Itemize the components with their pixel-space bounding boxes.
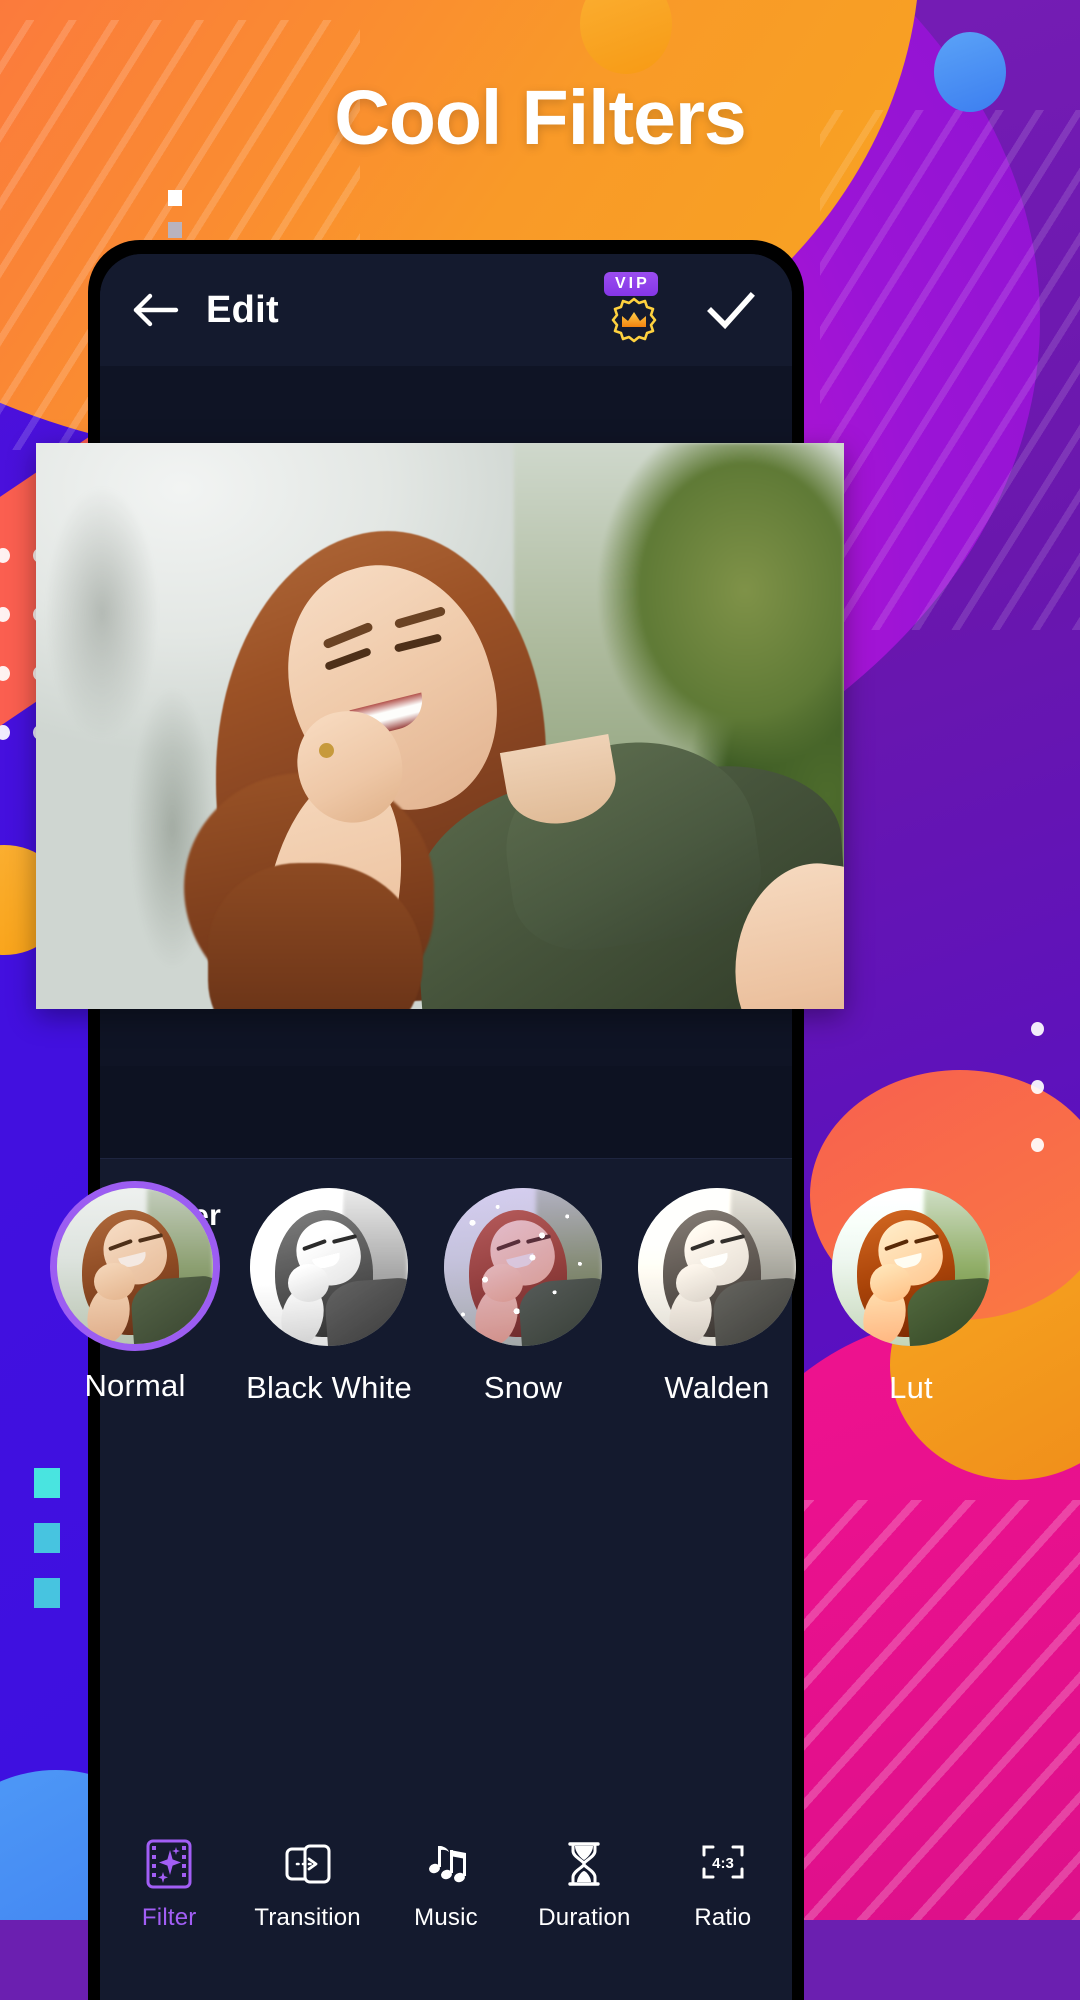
white-square-accent [168,190,182,206]
filter-item-label: Normal [84,1368,185,1404]
filter-thumbnail-image [57,1188,213,1344]
cyan-square-accent-2 [34,1523,60,1553]
white-dot-column-right [1031,1022,1044,1196]
back-arrow-icon[interactable] [130,284,182,336]
tool-transition[interactable]: Transition [238,1838,376,1932]
tool-duration-label: Duration [538,1904,630,1932]
transition-icon [283,1838,333,1890]
filter-thumbnail-strip[interactable]: Normal Black White Snow Walden Lut [0,1188,1080,1438]
filter-thumbnail-image [250,1188,408,1346]
tool-transition-label: Transition [254,1904,360,1932]
hatch-pattern-bottom-right [770,1500,1080,1920]
white-dot-column-left-a [0,548,10,784]
filter-thumbnail[interactable] [638,1188,796,1346]
tool-music[interactable]: Music [377,1838,515,1932]
vip-badge-label: VIP [604,272,658,296]
filter-item-lut[interactable]: Lut [814,1188,1008,1406]
hatch-pattern-right [820,110,1080,630]
filter-thumbnail[interactable] [57,1188,213,1344]
filter-thumbnail-image [832,1188,990,1346]
confirm-check-icon[interactable] [704,283,758,337]
tool-ratio-label: Ratio [694,1904,751,1932]
ratio-value-text: 4:3 [712,1855,734,1872]
music-note-icon [421,1838,471,1890]
tool-music-label: Music [414,1904,478,1932]
filter-item-label: Black White [246,1370,412,1406]
filter-thumbnail[interactable] [250,1188,408,1346]
filter-item-normal[interactable]: Normal [38,1188,232,1404]
filter-item-snow[interactable]: Snow [426,1188,620,1406]
crown-badge-icon [608,296,660,348]
filter-item-label: Walden [664,1370,769,1406]
media-preview-image[interactable] [36,443,844,1009]
filter-item-bw[interactable]: Black White [232,1188,426,1406]
cyan-square-accent-1 [34,1468,60,1498]
page-title: Edit [206,289,279,332]
filter-item-label: Lut [889,1370,933,1406]
filter-thumbnail[interactable] [832,1188,990,1346]
filter-thumbnail-image [638,1188,796,1346]
tool-filter-label: Filter [142,1904,197,1932]
bottom-toolbar: Filter Transition [100,1810,792,2000]
vip-upgrade-button[interactable]: VIP [598,272,670,348]
tool-filter[interactable]: Filter [100,1838,238,1932]
hourglass-icon [559,1838,609,1890]
filter-thumbnail[interactable] [444,1188,602,1346]
cyan-square-accent-3 [34,1578,60,1608]
tool-ratio[interactable]: 4:3 Ratio [654,1838,792,1932]
timeline-strip[interactable] [100,1066,792,1158]
promo-headline: Cool Filters [0,74,1080,163]
app-bar: Edit VIP [100,254,792,366]
filter-item-label: Snow [484,1370,562,1406]
aspect-ratio-icon: 4:3 [698,1838,748,1890]
filmstrip-sparkle-icon [144,1838,194,1890]
filter-thumbnail-image [444,1188,602,1346]
preview-subject-ring [319,743,334,758]
tool-duration[interactable]: Duration [515,1838,653,1932]
grey-square-accent [168,222,182,238]
filter-item-walden[interactable]: Walden [620,1188,814,1406]
